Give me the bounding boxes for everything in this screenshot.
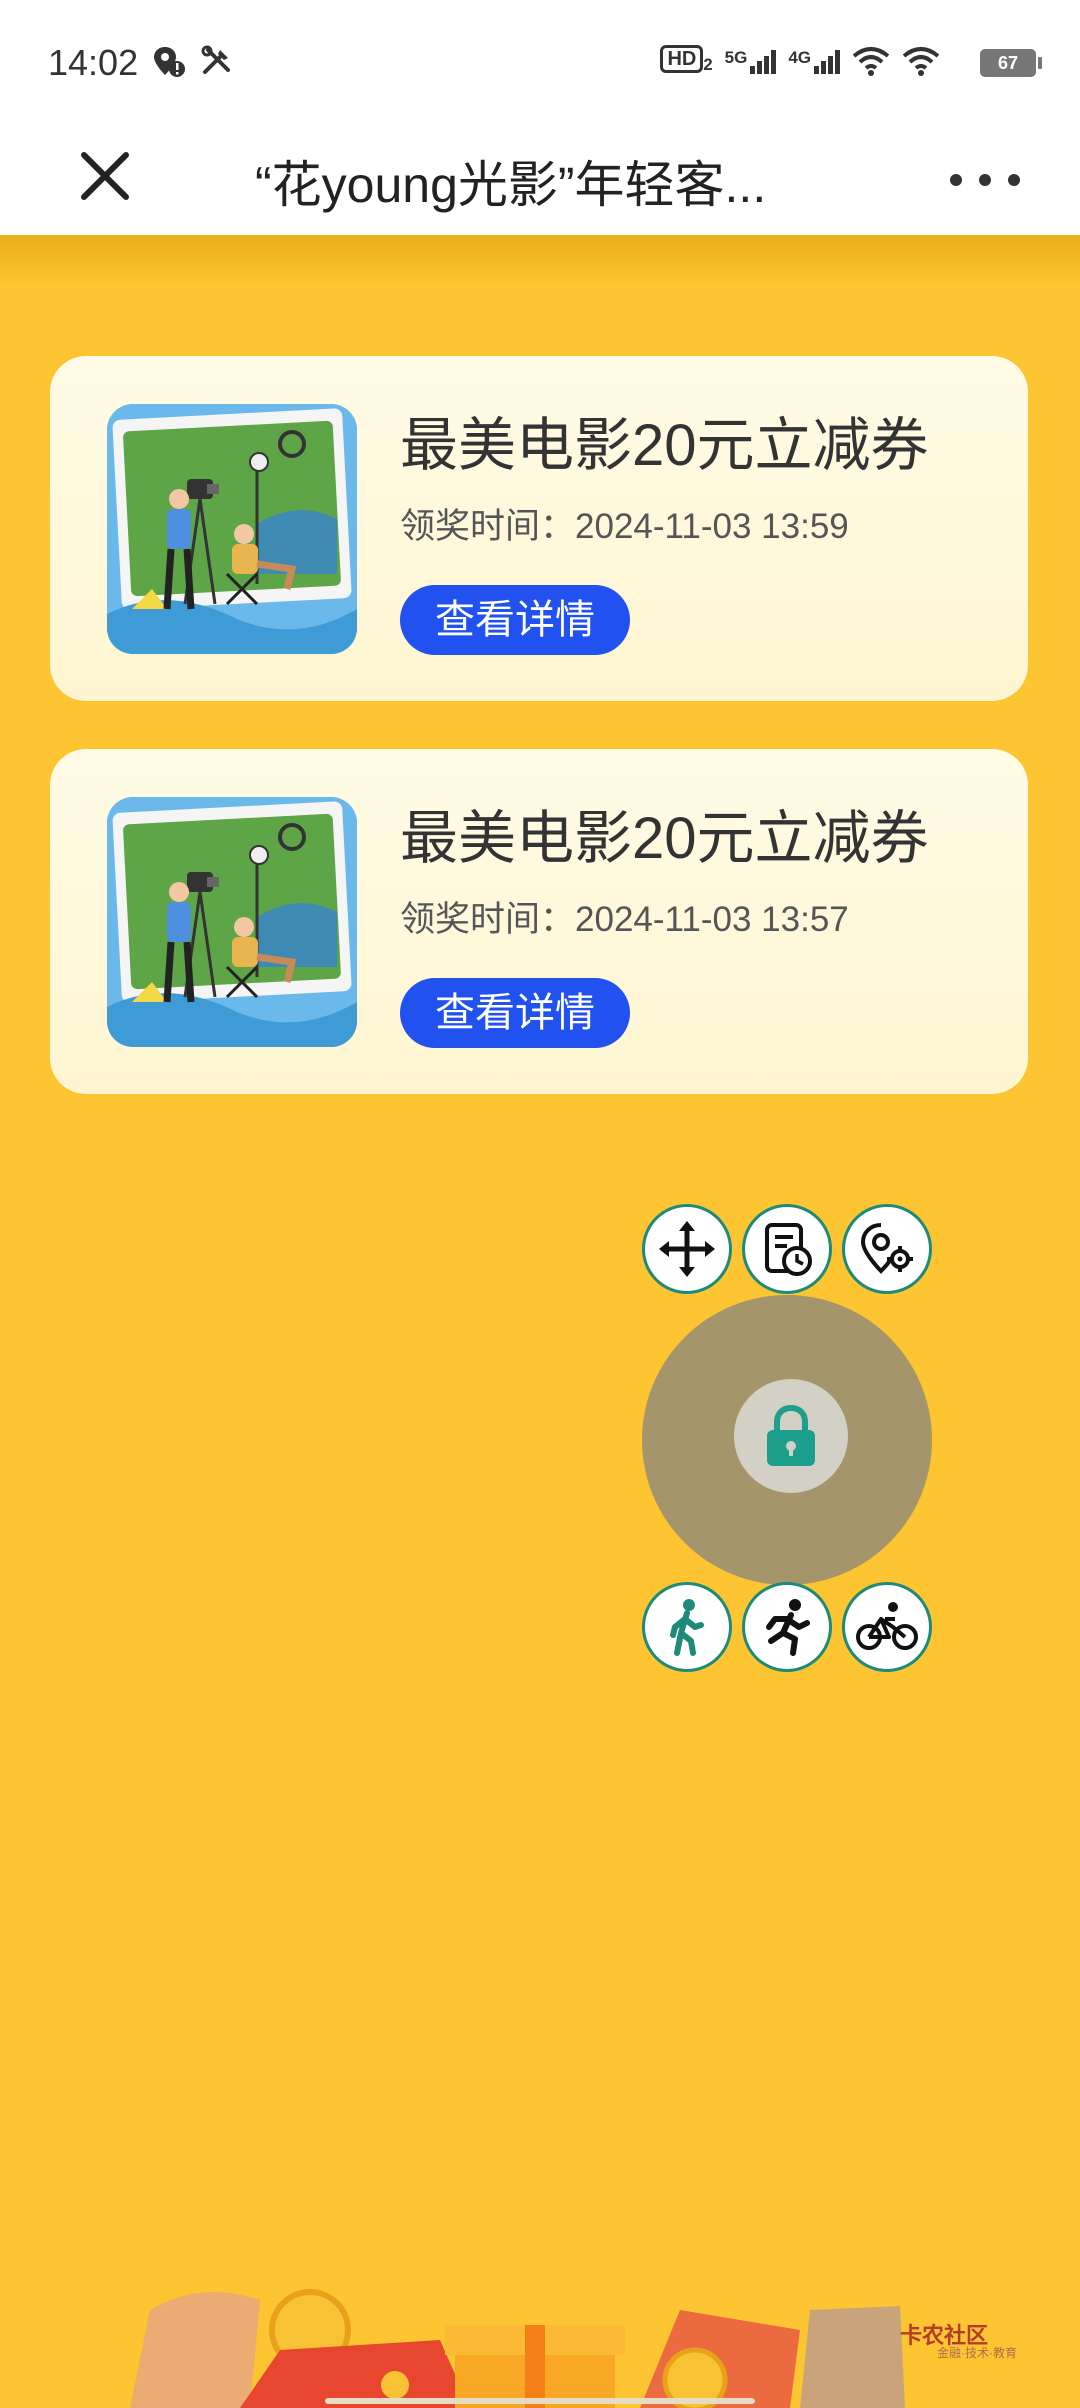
view-details-button[interactable]: 查看详情 (400, 978, 630, 1048)
lock-button[interactable] (734, 1379, 848, 1493)
filmmaker-illustration-icon (107, 797, 357, 1047)
history-button[interactable] (742, 1204, 832, 1294)
tools-icon (201, 45, 230, 74)
signal-bars-icon (814, 48, 840, 74)
page-title: “花young光影”年轻客... (255, 157, 767, 213)
wifi-icon (852, 47, 890, 76)
view-details-button[interactable]: 查看详情 (400, 585, 630, 655)
prize-title: 最美电影20元立减券 (400, 413, 929, 478)
home-indicator[interactable] (325, 2398, 755, 2404)
run-icon (766, 1599, 810, 1656)
move-button[interactable] (642, 1204, 732, 1294)
location-alert-icon (154, 47, 185, 77)
more-button[interactable] (950, 155, 1020, 205)
signal-bars-icon (750, 48, 777, 74)
history-icon (765, 1223, 812, 1276)
signal-4g: 4G (788, 48, 840, 74)
lock-icon (767, 1404, 815, 1466)
status-time: 14:02 (48, 42, 139, 83)
more-icon (950, 174, 962, 186)
prize-time: 领奖时间：2024-11-03 13:59 (400, 507, 849, 546)
bike-icon (856, 1602, 918, 1650)
close-button[interactable] (70, 141, 140, 211)
status-left-icons (152, 44, 234, 78)
filmmaker-illustration-icon (107, 404, 357, 654)
prize-thumbnail (107, 797, 357, 1047)
watermark-subtext: 金融·技术·教育 (937, 2346, 1017, 2360)
joystick[interactable] (642, 1295, 932, 1585)
nav-header: “花young光影”年轻客... (0, 125, 1080, 235)
close-icon (81, 152, 129, 200)
prize-thumbnail (107, 404, 357, 654)
location-settings-button[interactable] (842, 1204, 932, 1294)
run-mode-button[interactable] (742, 1582, 832, 1672)
prize-card: 最美电影20元立减券 领奖时间：2024-11-03 13:57 查看详情 (50, 749, 1028, 1094)
status-right-icons: HD 2 5G 4G (660, 44, 940, 76)
battery-indicator: 67 (980, 49, 1042, 77)
walk-icon (670, 1599, 704, 1656)
bike-mode-button[interactable] (842, 1582, 932, 1672)
prize-title: 最美电影20元立减券 (400, 806, 929, 871)
prize-time: 领奖时间：2024-11-03 13:57 (400, 900, 849, 939)
hd-indicator: HD 2 (660, 44, 713, 75)
location-settings-icon (860, 1223, 913, 1274)
signal-5g: 5G (725, 48, 777, 74)
wifi-icon (902, 47, 940, 76)
move-icon (659, 1221, 715, 1277)
prize-card: 最美电影20元立减券 领奖时间：2024-11-03 13:59 查看详情 (50, 356, 1028, 701)
status-bar: 14:02 HD 2 5G 4G 67 (0, 0, 1080, 125)
walk-mode-button[interactable] (642, 1582, 732, 1672)
header-shadow (0, 235, 1080, 285)
